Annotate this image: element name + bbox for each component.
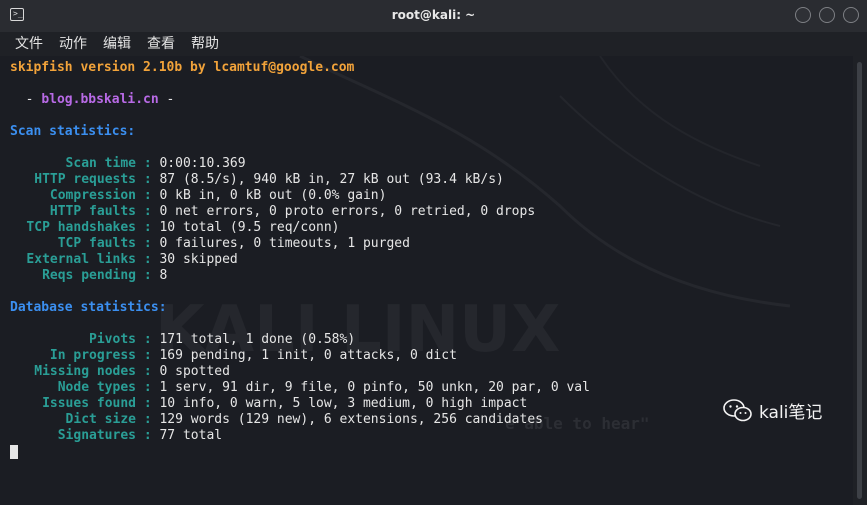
terminal-window: >_ root@kali: ~ 文件 动作 编辑 查看 帮助 KALI LINU…: [0, 0, 867, 505]
maximize-button[interactable]: [819, 7, 835, 23]
db-stat-separator: :: [136, 396, 160, 411]
menu-action[interactable]: 动作: [59, 35, 87, 53]
db-stat-row: Node types : 1 serv, 91 dir, 9 file, 0 p…: [10, 380, 590, 396]
db-stat-value: 10 info, 0 warn, 5 low, 3 medium, 0 high…: [159, 396, 528, 411]
db-stat-value: 129 words (129 new), 6 extensions, 256 c…: [159, 412, 543, 427]
blog-link: blog.bbskali.cn: [41, 92, 159, 107]
scrollbar[interactable]: [853, 56, 867, 505]
db-stat-separator: :: [136, 348, 160, 363]
menu-help[interactable]: 帮助: [191, 35, 219, 53]
db-stat-label: Pivots: [89, 332, 136, 347]
scan-stat-separator: :: [136, 220, 160, 235]
scan-stat-separator: :: [136, 204, 160, 219]
db-stat-value: 77 total: [159, 428, 223, 443]
scan-stat-value: 10 total (9.5 req/conn): [159, 220, 340, 235]
scan-stat-row: Scan time : 0:00:10.369: [10, 156, 246, 172]
db-stat-value: 171 total, 1 done (0.58%): [159, 332, 356, 347]
scan-stat-value: 8: [159, 268, 168, 283]
db-stat-value: 0 spotted: [159, 364, 230, 379]
db-stat-label: Node types: [57, 380, 136, 395]
scan-stat-label: Compression: [49, 188, 136, 203]
db-stat-separator: :: [136, 412, 160, 427]
scan-stat-value: 0 kB in, 0 kB out (0.0% gain): [159, 188, 387, 203]
menu-bar: 文件 动作 编辑 查看 帮助: [0, 32, 867, 56]
db-stat-label: Missing nodes: [34, 364, 136, 379]
text-cursor: [10, 445, 18, 459]
db-stat-label: In progress: [49, 348, 136, 363]
minimize-button[interactable]: [795, 7, 811, 23]
scan-stat-label: Scan time: [65, 156, 136, 171]
db-stat-value: 1 serv, 91 dir, 9 file, 0 pinfo, 50 unkn…: [159, 380, 590, 395]
scan-stat-row: Reqs pending : 8: [10, 268, 167, 284]
db-stat-row: Issues found : 10 info, 0 warn, 5 low, 3…: [10, 396, 527, 412]
scan-stat-label: TCP handshakes: [26, 220, 136, 235]
db-stat-separator: :: [136, 364, 160, 379]
blog-line: - blog.bbskali.cn -: [10, 92, 175, 108]
scan-stat-row: Compression : 0 kB in, 0 kB out (0.0% ga…: [10, 188, 387, 204]
scan-stat-label: TCP faults: [57, 236, 136, 251]
scan-stat-label: Reqs pending: [42, 268, 136, 283]
db-stat-row: Missing nodes : 0 spotted: [10, 364, 230, 380]
scan-stat-row: External links : 30 skipped: [10, 252, 238, 268]
scan-stat-separator: :: [136, 236, 160, 251]
scan-stat-label: External links: [26, 252, 136, 267]
db-stat-label: Dict size: [65, 412, 136, 427]
close-button[interactable]: [843, 7, 859, 23]
scan-stat-separator: :: [136, 268, 160, 283]
menu-edit[interactable]: 编辑: [103, 35, 131, 53]
scan-stat-label: HTTP requests: [34, 172, 136, 187]
scan-stat-label: HTTP faults: [49, 204, 136, 219]
scan-stat-value: 87 (8.5/s), 940 kB in, 27 kB out (93.4 k…: [159, 172, 504, 187]
blog-suffix: -: [158, 92, 175, 107]
scan-stat-separator: :: [136, 156, 160, 171]
title-bar[interactable]: >_ root@kali: ~: [0, 0, 867, 32]
db-stat-row: In progress : 169 pending, 1 init, 0 att…: [10, 348, 457, 364]
db-stat-separator: :: [136, 332, 160, 347]
scan-stat-value: 30 skipped: [159, 252, 238, 267]
scan-stat-value: 0:00:10.369: [159, 156, 246, 171]
db-stat-row: Signatures : 77 total: [10, 428, 222, 444]
blog-prefix: -: [10, 92, 42, 107]
menu-file[interactable]: 文件: [15, 35, 43, 53]
scan-stat-row: HTTP faults : 0 net errors, 0 proto erro…: [10, 204, 535, 220]
banner-line: skipfish version 2.10b by lcamtuf@google…: [10, 60, 355, 75]
scan-stat-separator: :: [136, 172, 160, 187]
watermark-text: kali笔记: [759, 403, 823, 423]
db-stat-row: Pivots : 171 total, 1 done (0.58%): [10, 332, 355, 348]
db-stat-row: Dict size : 129 words (129 new), 6 exten…: [10, 412, 543, 428]
scan-stat-value: 0 net errors, 0 proto errors, 0 retried,…: [159, 204, 536, 219]
db-stat-separator: :: [136, 380, 160, 395]
db-stat-value: 169 pending, 1 init, 0 attacks, 0 dict: [159, 348, 457, 363]
scan-stat-separator: :: [136, 188, 160, 203]
scrollbar-thumb[interactable]: [857, 62, 862, 499]
watermark: kali笔记: [723, 398, 822, 423]
scan-stat-separator: :: [136, 252, 160, 267]
window-title: root@kali: ~: [391, 8, 476, 22]
scan-stat-value: 0 failures, 0 timeouts, 1 purged: [159, 236, 410, 251]
db-stat-label: Issues found: [42, 396, 136, 411]
db-stats-header: Database statistics:: [10, 300, 167, 315]
terminal-output[interactable]: KALI LINUX e able to hear" skipfish vers…: [0, 56, 853, 505]
menu-view[interactable]: 查看: [147, 35, 175, 53]
db-stat-separator: :: [136, 428, 160, 443]
db-stat-label: Signatures: [57, 428, 136, 443]
scan-stat-row: TCP faults : 0 failures, 0 timeouts, 1 p…: [10, 236, 410, 252]
scan-stat-row: HTTP requests : 87 (8.5/s), 940 kB in, 2…: [10, 172, 504, 188]
scan-stats-header: Scan statistics:: [10, 124, 136, 139]
wechat-icon: [723, 398, 752, 421]
scan-stat-row: TCP handshakes : 10 total (9.5 req/conn): [10, 220, 340, 236]
